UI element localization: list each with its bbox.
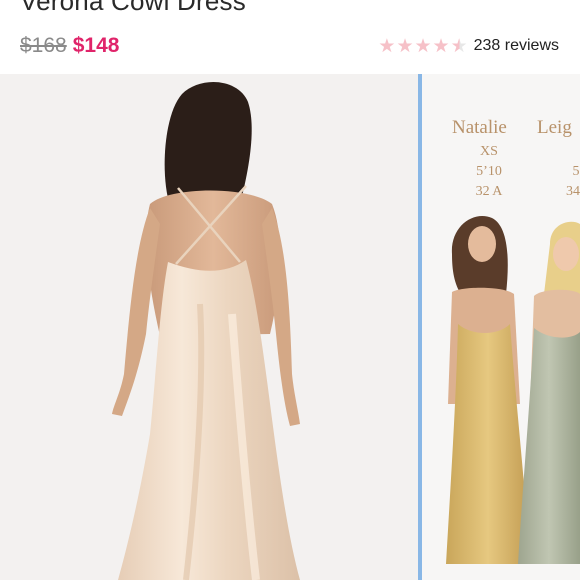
model-bra-natalie: 32 A (475, 184, 503, 199)
star-icon: ★ (396, 35, 414, 57)
rating[interactable]: ★ ★ ★ ★ ★ 238 reviews (378, 33, 559, 59)
model-name-natalie: Natalie (452, 117, 507, 138)
star-icon: ★ (378, 35, 396, 57)
model-height-leigh: 5 (572, 164, 580, 179)
model-bra-leigh: 34 (566, 184, 580, 199)
sale-price: $148 (72, 34, 120, 57)
main-product-photo[interactable] (0, 74, 418, 580)
original-price: $168 (20, 34, 67, 57)
price-row: $168 $148 (20, 33, 119, 59)
reviews-link[interactable]: 238 reviews (474, 37, 559, 55)
model-height-natalie: 5’10 (476, 164, 502, 179)
half-star-icon: ★ (450, 35, 468, 57)
model-size-natalie: XS (480, 144, 498, 159)
star-icon: ★ (432, 35, 450, 57)
star-rating: ★ ★ ★ ★ ★ (378, 37, 467, 56)
star-icon: ★ (414, 35, 432, 57)
models-comparison-photo[interactable]: Natalie XS 5’10 32 A Leig 5 34 (422, 74, 580, 580)
product-title: Verona Cowl Dress (20, 0, 246, 16)
model-name-leigh: Leig (537, 117, 572, 138)
product-image-gallery: Natalie XS 5’10 32 A Leig 5 34 (0, 74, 580, 580)
model-back-view-image (0, 74, 418, 580)
